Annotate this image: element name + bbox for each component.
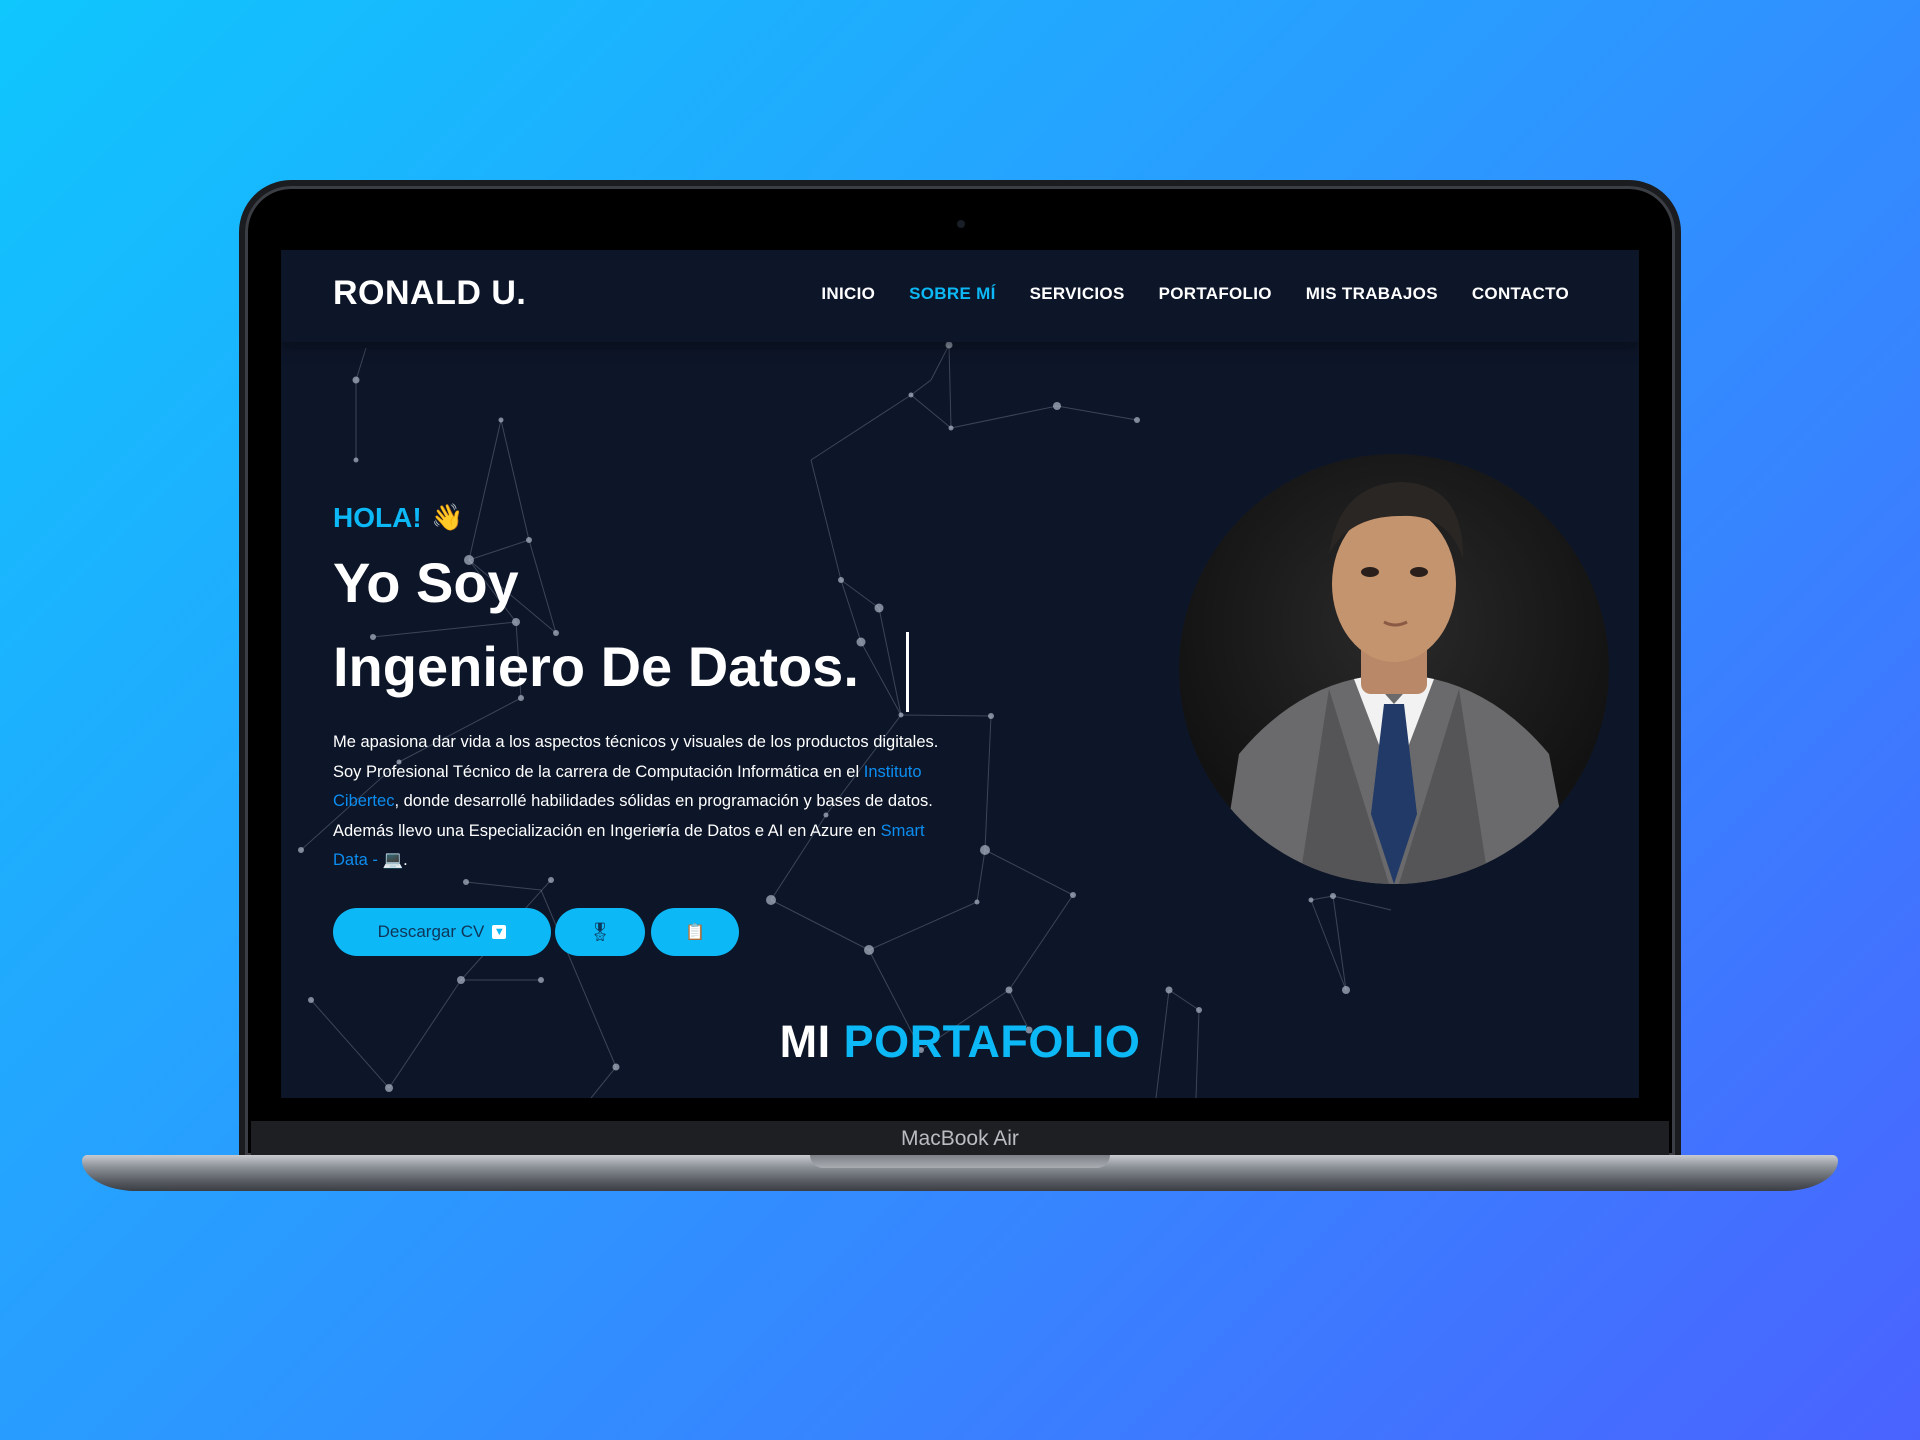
- dropdown-arrow-icon: ▼: [492, 925, 507, 939]
- laptop-lid: RONALD U. INICIO SOBRE MÍ SERVICIOS PORT…: [245, 186, 1675, 1156]
- camera: [957, 220, 965, 228]
- profile-photo: [1179, 454, 1609, 884]
- hero-title-line2: Ingeniero De Datos.: [333, 635, 859, 698]
- site-header: RONALD U. INICIO SOBRE MÍ SERVICIOS PORT…: [281, 250, 1639, 342]
- certificates-button[interactable]: 🎖: [555, 908, 645, 956]
- medal-icon: 🎖: [588, 921, 612, 942]
- greeting: HOLA!: [333, 502, 422, 533]
- nav-item-inicio[interactable]: INICIO: [821, 284, 875, 304]
- screen: RONALD U. INICIO SOBRE MÍ SERVICIOS PORT…: [281, 250, 1639, 1098]
- description-part1: Me apasiona dar vida a los aspectos técn…: [333, 733, 939, 781]
- device-label: MacBook Air: [901, 1126, 1019, 1150]
- portfolio-word1: MI: [779, 1016, 831, 1067]
- nav-item-portafolio[interactable]: PORTAFOLIO: [1159, 284, 1272, 304]
- site-logo[interactable]: RONALD U.: [333, 274, 526, 313]
- hero-title-line1: Yo Soy: [333, 551, 519, 614]
- laptop-chin: MacBook Air: [251, 1121, 1669, 1156]
- nav-item-servicios[interactable]: SERVICIOS: [1030, 284, 1125, 304]
- nav-item-contacto[interactable]: CONTACTO: [1472, 284, 1569, 304]
- laptop-emoji: 💻: [382, 851, 404, 869]
- nav-item-mis-trabajos[interactable]: MIS TRABAJOS: [1306, 284, 1438, 304]
- description-part3: .: [403, 851, 408, 869]
- laptop-opening-notch: [810, 1155, 1110, 1168]
- hero-description: Me apasiona dar vida a los aspectos técn…: [333, 728, 953, 876]
- download-cv-button[interactable]: Descargar CV ▼: [333, 908, 551, 956]
- section-title-portafolio: MI PORTAFOLIO: [281, 1016, 1639, 1068]
- wave-emoji: 👋: [431, 502, 464, 532]
- main-nav: INICIO SOBRE MÍ SERVICIOS PORTAFOLIO MIS…: [821, 284, 1569, 304]
- download-cv-label: Descargar CV: [377, 922, 485, 941]
- profile-portrait: [1219, 482, 1574, 884]
- portfolio-word2: PORTAFOLIO: [843, 1016, 1141, 1067]
- nav-item-sobre-mi[interactable]: SOBRE MÍ: [909, 284, 995, 304]
- documents-button[interactable]: 📋: [651, 908, 739, 956]
- description-part2: , donde desarrollé habilidades sólidas e…: [333, 792, 933, 840]
- clipboard-icon: 📋: [685, 924, 705, 941]
- typing-caret: [906, 632, 909, 712]
